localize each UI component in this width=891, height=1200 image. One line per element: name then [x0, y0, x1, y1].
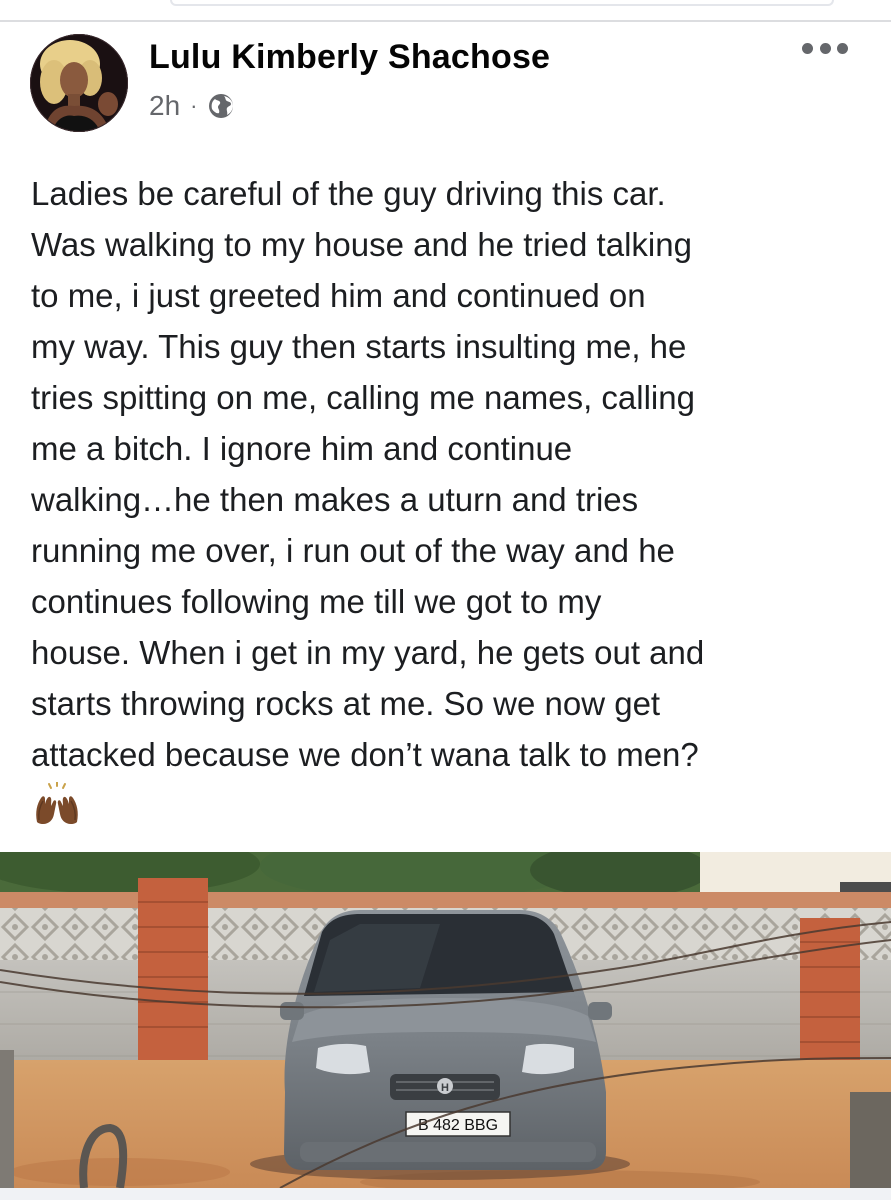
avatar-image	[30, 34, 128, 132]
more-dot	[802, 42, 813, 54]
more-dot	[837, 42, 848, 54]
timestamp[interactable]: 2h	[149, 90, 180, 122]
more-options-icon[interactable]	[802, 40, 848, 56]
post-bottom-edge	[0, 1188, 891, 1200]
post-header: Lulu Kimberly Shachose 2h ·	[0, 22, 891, 142]
car-photo: H B 482 BBG	[0, 852, 891, 1188]
post-meta: 2h ·	[149, 90, 235, 122]
raising-hands-icon	[33, 781, 81, 826]
globe-icon[interactable]	[207, 92, 235, 120]
post-text: Ladies be careful of the guy driving thi…	[31, 175, 705, 773]
author-name[interactable]: Lulu Kimberly Shachose	[149, 38, 550, 77]
more-dot	[819, 42, 831, 54]
avatar[interactable]	[30, 34, 128, 132]
car-badge: H	[441, 1082, 449, 1094]
meta-separator: ·	[190, 93, 198, 118]
post-photo[interactable]: H B 482 BBG	[0, 852, 891, 1188]
previous-card-edge	[170, 0, 834, 6]
